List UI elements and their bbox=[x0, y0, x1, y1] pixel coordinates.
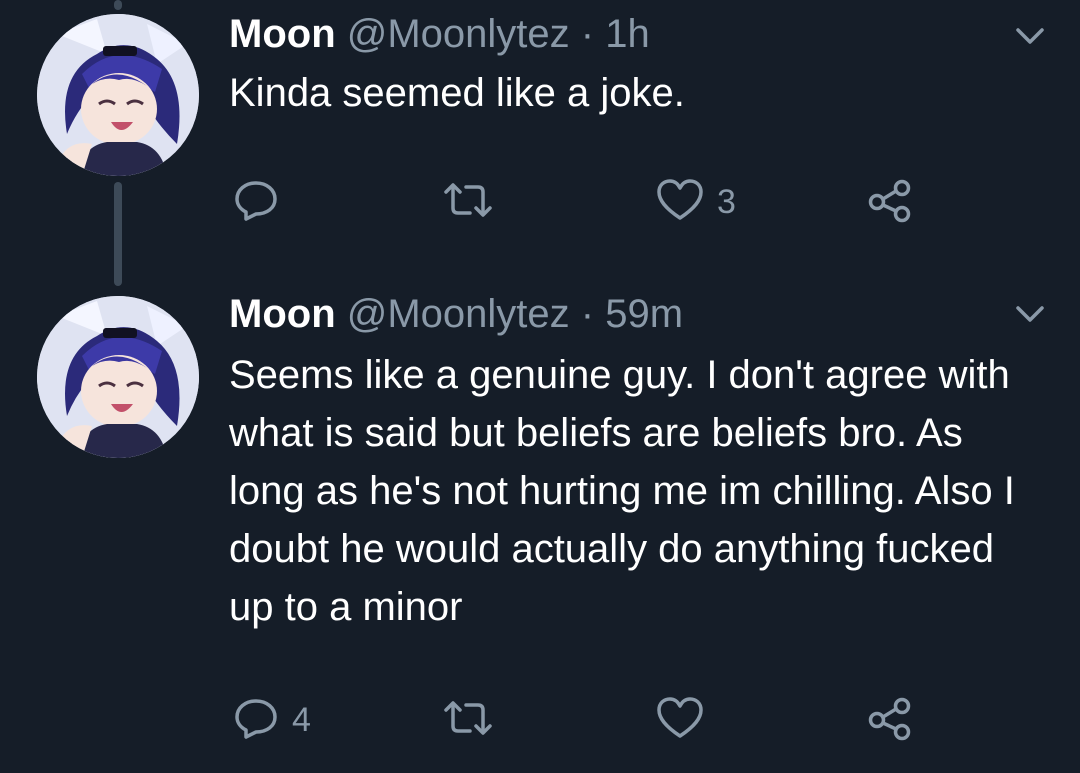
action-bar: 4 bbox=[0, 690, 1080, 750]
separator: · bbox=[580, 12, 595, 56]
timestamp[interactable]: 59m bbox=[605, 292, 683, 336]
share-icon bbox=[865, 176, 915, 229]
retweet-icon bbox=[440, 694, 496, 747]
chevron-down-icon[interactable] bbox=[1010, 300, 1050, 330]
reply-icon bbox=[232, 694, 280, 747]
chevron-down-icon[interactable] bbox=[1010, 22, 1050, 52]
user-handle[interactable]: @Moonlytez bbox=[347, 292, 570, 336]
heart-icon bbox=[655, 176, 705, 229]
share-button[interactable] bbox=[865, 172, 915, 232]
avatar[interactable] bbox=[37, 14, 199, 176]
display-name[interactable]: Moon bbox=[229, 12, 336, 56]
share-button[interactable] bbox=[865, 690, 915, 750]
tweet-text: Seems like a genuine guy. I don't agree … bbox=[229, 353, 1015, 629]
retweet-icon bbox=[440, 176, 496, 229]
like-button[interactable]: 3 bbox=[655, 172, 736, 232]
reply-button[interactable]: 4 bbox=[232, 690, 311, 750]
tweet-header: Moon @Moonlytez · 1h bbox=[229, 10, 650, 58]
like-button[interactable] bbox=[655, 690, 717, 750]
thread-line bbox=[114, 0, 122, 10]
user-handle[interactable]: @Moonlytez bbox=[347, 12, 570, 56]
tweet[interactable]: Moon @Moonlytez · 1h Kinda seemed like a… bbox=[0, 0, 1080, 286]
reply-button[interactable] bbox=[232, 172, 292, 232]
separator: · bbox=[580, 292, 595, 336]
action-bar: 3 bbox=[0, 172, 1080, 232]
share-icon bbox=[865, 694, 915, 747]
reply-icon bbox=[232, 176, 280, 229]
display-name[interactable]: Moon bbox=[229, 292, 336, 336]
timestamp[interactable]: 1h bbox=[605, 12, 650, 56]
retweet-button[interactable] bbox=[440, 690, 508, 750]
like-count: 3 bbox=[717, 182, 736, 221]
tweet[interactable]: Moon @Moonlytez · 59m Seems like a genui… bbox=[0, 280, 1080, 773]
reply-count: 4 bbox=[292, 700, 311, 739]
retweet-button[interactable] bbox=[440, 172, 508, 232]
heart-icon bbox=[655, 694, 705, 747]
tweet-text: Kinda seemed like a joke. bbox=[229, 71, 685, 115]
avatar[interactable] bbox=[37, 296, 199, 458]
tweet-header: Moon @Moonlytez · 59m bbox=[229, 290, 683, 338]
